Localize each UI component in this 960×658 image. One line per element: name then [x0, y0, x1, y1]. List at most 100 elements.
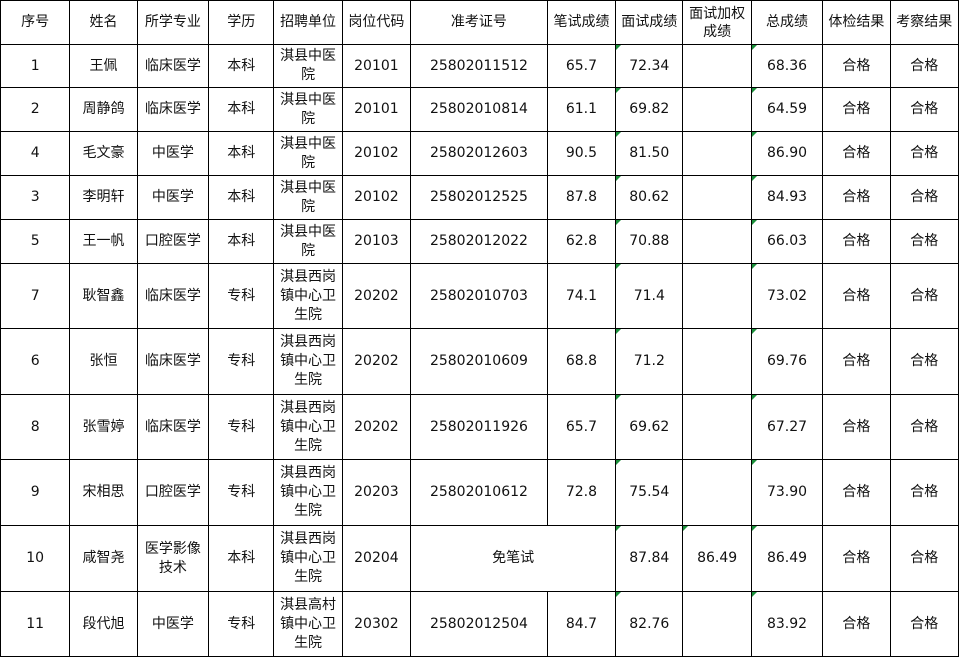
review-result-cell: 合格 — [889, 394, 960, 460]
major-cell: 医学影像技术 — [136, 525, 210, 592]
interview-score-cell: 70.88 — [615, 219, 684, 264]
total-score-cell: 66.03 — [750, 219, 824, 264]
written-score-cell: 62.8 — [546, 219, 617, 264]
post-code-cell: 20101 — [341, 44, 412, 88]
written-score-cell: 72.8 — [546, 459, 617, 526]
ticket-cell: 免笔试 — [410, 525, 617, 592]
seq-cell: 4 — [0, 131, 71, 176]
unit-cell: 淇县中医院 — [273, 219, 343, 264]
interview-score-cell: 69.82 — [615, 87, 684, 132]
header-row: 序号 姓名 所学专业 学历 招聘单位 岗位代码 准考证号 笔试成绩 面试成绩 面… — [0, 0, 960, 45]
header-education: 学历 — [208, 0, 275, 45]
major-cell: 中医学 — [136, 591, 210, 657]
total-score-cell: 68.36 — [750, 44, 824, 88]
education-cell: 专科 — [208, 591, 275, 657]
unit-cell: 淇县中医院 — [273, 175, 343, 220]
total-score-cell: 83.92 — [750, 591, 824, 657]
unit-cell: 淇县高村镇中心卫生院 — [273, 591, 343, 657]
post-code-cell: 20102 — [341, 131, 412, 176]
unit-cell: 淇县中医院 — [273, 44, 343, 88]
name-cell: 宋相思 — [69, 459, 138, 526]
education-cell: 本科 — [208, 525, 275, 592]
education-cell: 本科 — [208, 131, 275, 176]
ticket-cell: 25802012504 — [410, 591, 548, 657]
name-cell: 耿智鑫 — [69, 263, 138, 329]
post-code-cell: 20302 — [341, 591, 412, 657]
physical-result-cell: 合格 — [822, 328, 891, 395]
name-cell: 王佩 — [69, 44, 138, 88]
header-interview: 面试成绩 — [615, 0, 684, 45]
physical-result-cell: 合格 — [822, 44, 891, 88]
table-row: 2 周静鸽 临床医学 本科 淇县中医院 20101 25802010814 61.1 69.82… — [0, 87, 960, 132]
post-code-cell: 20202 — [341, 328, 412, 395]
weighted-score-cell — [682, 175, 752, 220]
results-table: 序号 姓名 所学专业 学历 招聘单位 岗位代码 准考证号 笔试成绩 面试成绩 面… — [0, 0, 960, 657]
ticket-cell: 25802012022 — [410, 219, 548, 264]
interview-score-cell: 71.2 — [615, 328, 684, 395]
weighted-score-cell — [682, 394, 752, 460]
written-score-cell: 84.7 — [546, 591, 617, 657]
total-score-cell: 69.76 — [750, 328, 824, 395]
ticket-cell: 25802010814 — [410, 87, 548, 132]
physical-result-cell: 合格 — [822, 87, 891, 132]
unit-cell: 淇县西岗镇中心卫生院 — [273, 263, 343, 329]
unit-cell: 淇县中医院 — [273, 87, 343, 132]
interview-score-cell: 87.84 — [615, 525, 684, 592]
header-review: 考察结果 — [889, 0, 960, 45]
name-cell: 段代旭 — [69, 591, 138, 657]
written-score-cell: 65.7 — [546, 394, 617, 460]
total-score-cell: 84.93 — [750, 175, 824, 220]
header-weighted: 面试加权成绩 — [682, 0, 752, 45]
weighted-score-cell — [682, 87, 752, 132]
post-code-cell: 20204 — [341, 525, 412, 592]
header-name: 姓名 — [69, 0, 138, 45]
education-cell: 本科 — [208, 87, 275, 132]
written-score-cell: 68.8 — [546, 328, 617, 395]
written-score-cell: 87.8 — [546, 175, 617, 220]
ticket-cell: 25802012603 — [410, 131, 548, 176]
interview-score-cell: 75.54 — [615, 459, 684, 526]
major-cell: 中医学 — [136, 175, 210, 220]
table-row: 10 咸智尧 医学影像技术 本科 淇县西岗镇中心卫生院 20204 免笔试 87.84 86.4… — [0, 525, 960, 592]
seq-cell: 1 — [0, 44, 71, 88]
unit-cell: 淇县西岗镇中心卫生院 — [273, 459, 343, 526]
seq-cell: 7 — [0, 263, 71, 329]
review-result-cell: 合格 — [889, 525, 960, 592]
total-score-cell: 73.02 — [750, 263, 824, 329]
post-code-cell: 20202 — [341, 263, 412, 329]
physical-result-cell: 合格 — [822, 459, 891, 526]
review-result-cell: 合格 — [889, 591, 960, 657]
ticket-cell: 25802011512 — [410, 44, 548, 88]
written-score-cell: 65.7 — [546, 44, 617, 88]
physical-result-cell: 合格 — [822, 175, 891, 220]
written-score-cell: 61.1 — [546, 87, 617, 132]
major-cell: 口腔医学 — [136, 219, 210, 264]
interview-score-cell: 80.62 — [615, 175, 684, 220]
total-score-cell: 73.90 — [750, 459, 824, 526]
post-code-cell: 20101 — [341, 87, 412, 132]
review-result-cell: 合格 — [889, 175, 960, 220]
interview-score-cell: 81.50 — [615, 131, 684, 176]
ticket-cell: 25802012525 — [410, 175, 548, 220]
unit-cell: 淇县西岗镇中心卫生院 — [273, 328, 343, 395]
total-score-cell: 86.49 — [750, 525, 824, 592]
header-seq: 序号 — [0, 0, 71, 45]
written-score-cell: 90.5 — [546, 131, 617, 176]
table-row: 8 张雪婷 临床医学 专科 淇县西岗镇中心卫生院 20202 25802011926 65.7… — [0, 394, 960, 460]
table-row: 11 段代旭 中医学 专科 淇县高村镇中心卫生院 20302 25802012504 84.7… — [0, 591, 960, 657]
header-total: 总成绩 — [750, 0, 824, 45]
post-code-cell: 20102 — [341, 175, 412, 220]
education-cell: 专科 — [208, 459, 275, 526]
education-cell: 本科 — [208, 219, 275, 264]
seq-cell: 8 — [0, 394, 71, 460]
table-row: 6 张恒 临床医学 专科 淇县西岗镇中心卫生院 20202 25802010609 68.8 7… — [0, 328, 960, 395]
physical-result-cell: 合格 — [822, 525, 891, 592]
weighted-score-cell — [682, 328, 752, 395]
review-result-cell: 合格 — [889, 219, 960, 264]
physical-result-cell: 合格 — [822, 219, 891, 264]
name-cell: 李明轩 — [69, 175, 138, 220]
written-score-cell: 74.1 — [546, 263, 617, 329]
physical-result-cell: 合格 — [822, 131, 891, 176]
unit-cell: 淇县西岗镇中心卫生院 — [273, 394, 343, 460]
total-score-cell: 86.90 — [750, 131, 824, 176]
